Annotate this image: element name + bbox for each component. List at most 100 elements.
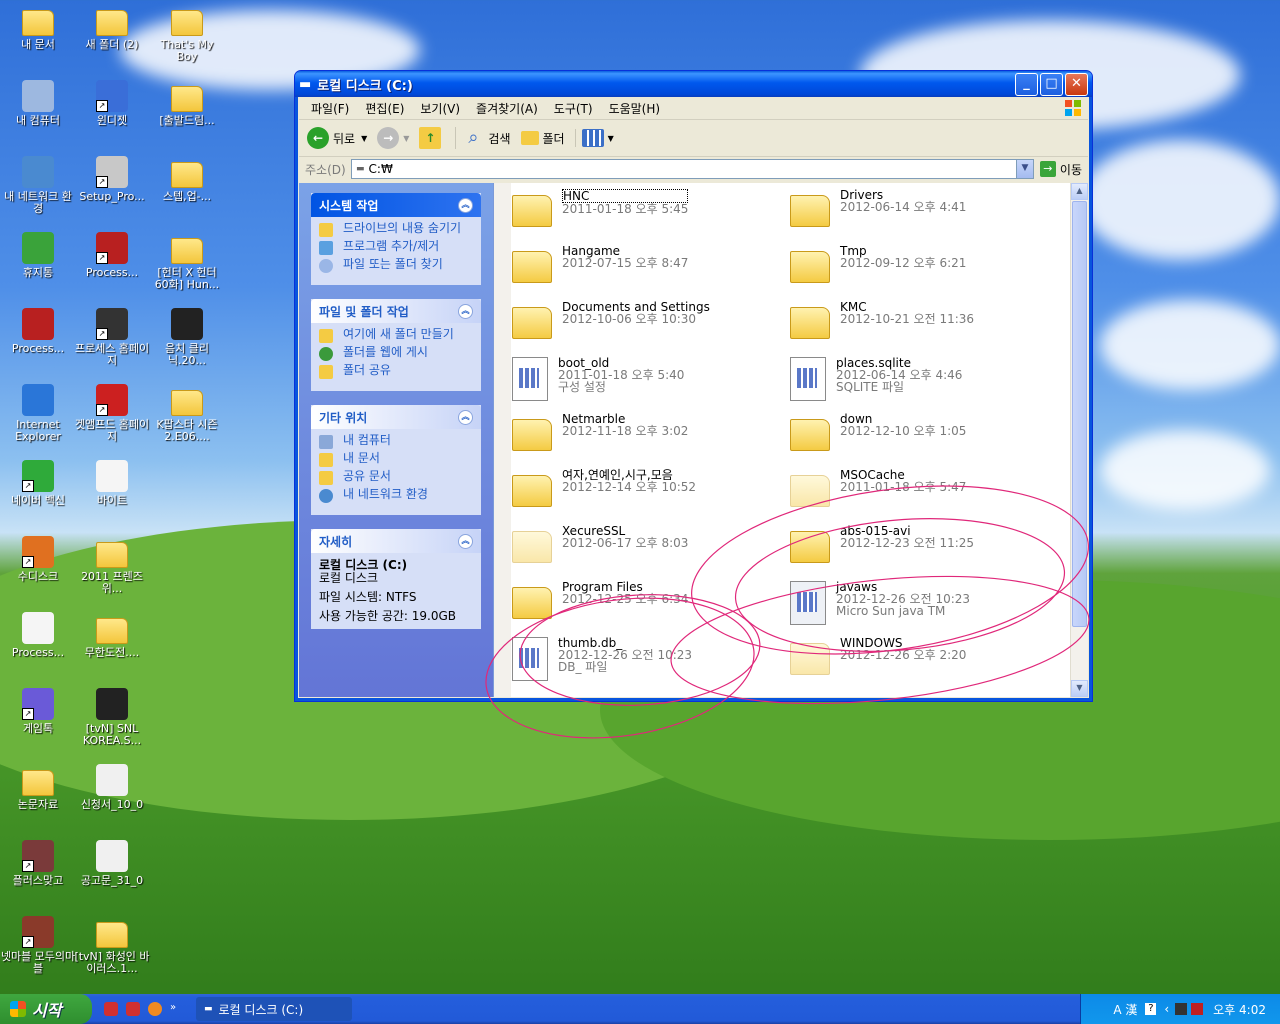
desktop-icon[interactable]: [헌터 X 헌터 60화] Hun... <box>149 232 225 291</box>
file-item[interactable]: javaws 2012-12-26 오전 10:23 Micro Sun java … <box>790 581 970 625</box>
file-item[interactable]: Program Files 2012-12-25 오후 6:34 <box>512 581 688 619</box>
menu-view[interactable]: 보기(V) <box>412 100 468 117</box>
desktop-icon[interactable]: K팝스타 시즌2.E06.... <box>149 384 225 443</box>
scroll-up-arrow-icon[interactable]: ▲ <box>1071 183 1088 200</box>
file-item[interactable]: KMC 2012-10-21 오전 11:36 <box>790 301 974 339</box>
desktop-icon[interactable]: ↗ 게임톡 <box>0 688 76 735</box>
file-item[interactable]: thumb.db_ 2012-12-26 오전 10:23 DB_ 파일 <box>512 637 692 681</box>
desktop-icon[interactable]: ↗ 플러스맞고 <box>0 840 76 887</box>
minimize-button[interactable]: _ <box>1015 72 1038 96</box>
maximize-button[interactable]: □ <box>1040 72 1063 96</box>
collapse-chevron-icon[interactable]: ︽ <box>458 533 473 549</box>
file-item[interactable]: Hangame 2012-07-15 오후 8:47 <box>512 245 688 283</box>
file-item[interactable]: XecureSSL 2012-06-17 오후 8:03 <box>512 525 688 563</box>
task-search-files[interactable]: 파일 또는 폴더 찾기 <box>319 258 473 273</box>
quicklaunch-app-icon[interactable] <box>104 1002 118 1016</box>
start-button[interactable]: 시작 <box>0 994 92 1024</box>
back-button[interactable]: ← 뒤로 ▼ <box>307 127 367 149</box>
file-folder-tasks-header[interactable]: 파일 및 폴더 작업 ︽ <box>311 299 481 323</box>
menu-help[interactable]: 도움말(H) <box>601 100 669 117</box>
scroll-thumb[interactable] <box>1072 201 1087 627</box>
menu-favorites[interactable]: 즐겨찾기(A) <box>468 100 546 117</box>
file-item[interactable]: boot_old 2011-01-18 오후 5:40 구성 설정 <box>512 357 684 401</box>
tray-expand-icon[interactable]: ‹ <box>1164 1002 1169 1016</box>
desktop-icon[interactable]: [tvN] 화성인 바이러스.1... <box>74 916 150 975</box>
tray-app-icon[interactable] <box>1191 1003 1204 1015</box>
menu-tools[interactable]: 도구(T) <box>546 100 601 117</box>
desktop-icon[interactable]: 내 네트워크 환경 <box>0 156 76 215</box>
desktop-icon[interactable]: 스텝,업-... <box>149 156 225 203</box>
file-item[interactable]: places.sqlite 2012-06-14 오후 4:46 SQLITE 파일 <box>790 357 962 401</box>
clock[interactable]: 오후 4:02 <box>1213 1001 1266 1018</box>
place-shared-documents[interactable]: 공유 문서 <box>319 470 473 485</box>
desktop-icon[interactable]: 논문자료 <box>0 764 76 811</box>
desktop-icon[interactable]: Internet Explorer <box>0 384 76 443</box>
vertical-scrollbar[interactable]: ▲ ▼ <box>1070 183 1088 697</box>
desktop-icon[interactable]: ↗ 윈디젯 <box>74 80 150 127</box>
file-item[interactable]: Tmp 2012-09-12 오후 6:21 <box>790 245 966 283</box>
desktop-icon[interactable]: 공고문_31_0 <box>74 840 150 887</box>
taskbar-window-button[interactable]: ▬ 로컬 디스크 (C:) <box>196 997 352 1021</box>
collapse-chevron-icon[interactable]: ︽ <box>458 409 473 425</box>
back-dropdown-icon[interactable]: ▼ <box>361 134 367 143</box>
file-item[interactable]: MSOCache 2011-01-18 오후 5:47 <box>790 469 966 507</box>
desktop-icon[interactable]: 무한도전.... <box>74 612 150 659</box>
desktop-icon[interactable]: ↗ Process... <box>74 232 150 279</box>
desktop-icon[interactable]: ↗ 수디스크 <box>0 536 76 583</box>
desktop-icon[interactable]: That's My Boy <box>149 4 225 63</box>
place-my-documents[interactable]: 내 문서 <box>319 452 473 467</box>
ime-indicator[interactable]: A 漢 <box>1113 1001 1137 1018</box>
place-network[interactable]: 내 네트워크 환경 <box>319 488 473 503</box>
desktop-icon[interactable]: ↗ Setup_Pro... <box>74 156 150 203</box>
forward-dropdown-icon[interactable]: ▼ <box>403 134 409 143</box>
up-button[interactable]: ↑ <box>419 127 445 149</box>
search-button[interactable]: ⌕ 검색 <box>455 127 511 149</box>
task-share-folder[interactable]: 폴더 공유 <box>319 364 473 379</box>
file-item[interactable]: Documents and Settings 2012-10-06 오후 10:3… <box>512 301 710 339</box>
folders-button[interactable]: 폴더 <box>520 130 565 147</box>
task-publish-web[interactable]: 폴더를 웹에 게시 <box>319 346 473 361</box>
desktop-icon[interactable]: ↗ 넷마블 모두의마블 <box>0 916 76 975</box>
file-item[interactable]: 여자,연예인,시구,모음 2012-12-14 오후 10:52 <box>512 469 696 507</box>
desktop-icon[interactable]: 내 컴퓨터 <box>0 80 76 127</box>
file-item[interactable]: Drivers 2012-06-14 오후 4:41 <box>790 189 966 227</box>
menu-edit[interactable]: 편집(E) <box>357 100 412 117</box>
menu-file[interactable]: 파일(F) <box>303 100 357 117</box>
task-new-folder[interactable]: 여기에 새 폴더 만들기 <box>319 328 473 343</box>
other-places-header[interactable]: 기타 위치 ︽ <box>311 405 481 429</box>
desktop-icon[interactable]: 음치 클리닉.20... <box>149 308 225 367</box>
ime-help-icon[interactable]: ? <box>1145 1003 1157 1015</box>
details-header[interactable]: 자세히 ︽ <box>311 529 481 553</box>
desktop-icon[interactable]: 내 문서 <box>0 4 76 51</box>
quicklaunch-app-icon[interactable] <box>126 1002 140 1016</box>
file-item[interactable]: down 2012-12-10 오후 1:05 <box>790 413 966 451</box>
collapse-chevron-icon[interactable]: ︽ <box>458 303 473 319</box>
desktop-icon[interactable]: Process... <box>0 612 76 659</box>
desktop-icon[interactable]: ↗ 네이버 백신 <box>0 460 76 507</box>
desktop-icon[interactable]: 바이트 <box>74 460 150 507</box>
place-my-computer[interactable]: 내 컴퓨터 <box>319 434 473 449</box>
task-add-remove-programs[interactable]: 프로그램 추가/제거 <box>319 240 473 255</box>
desktop-icon[interactable]: [tvN] SNL KOREA.S... <box>74 688 150 747</box>
desktop-icon[interactable]: [출발드림... <box>149 80 225 127</box>
task-hide-drive-contents[interactable]: 드라이브의 내용 숨기기 <box>319 222 473 237</box>
scroll-down-arrow-icon[interactable]: ▼ <box>1071 680 1088 697</box>
quicklaunch-media-icon[interactable] <box>148 1002 162 1016</box>
desktop-icon[interactable]: ↗ 프로세스 홈페이지 <box>74 308 150 367</box>
tray-app-icon[interactable] <box>1175 1003 1188 1015</box>
desktop-icon[interactable]: ↗ 겟앰프드 홈페이지 <box>74 384 150 443</box>
desktop-icon[interactable]: 휴지통 <box>0 232 76 279</box>
go-button[interactable]: → 이동 <box>1039 161 1082 178</box>
views-button[interactable]: ▼ <box>574 129 614 147</box>
close-button[interactable]: ✕ <box>1065 72 1088 96</box>
address-input[interactable]: ▬ C:₩ ▼ <box>351 159 1034 179</box>
forward-button[interactable]: → ▼ <box>377 127 409 149</box>
file-item[interactable]: abs-015-avi 2012-12-23 오전 11:25 <box>790 525 974 563</box>
desktop-icon[interactable]: 2011 프렌즈위... <box>74 536 150 595</box>
desktop-icon[interactable]: Process... <box>0 308 76 355</box>
quicklaunch-expand-icon[interactable]: » <box>170 1002 176 1016</box>
address-dropdown-icon[interactable]: ▼ <box>1015 160 1033 178</box>
collapse-chevron-icon[interactable]: ︽ <box>458 197 473 213</box>
file-item[interactable]: HNC 2011-01-18 오후 5:45 <box>512 189 689 227</box>
desktop-icon[interactable]: 새 폴더 (2) <box>74 4 150 51</box>
